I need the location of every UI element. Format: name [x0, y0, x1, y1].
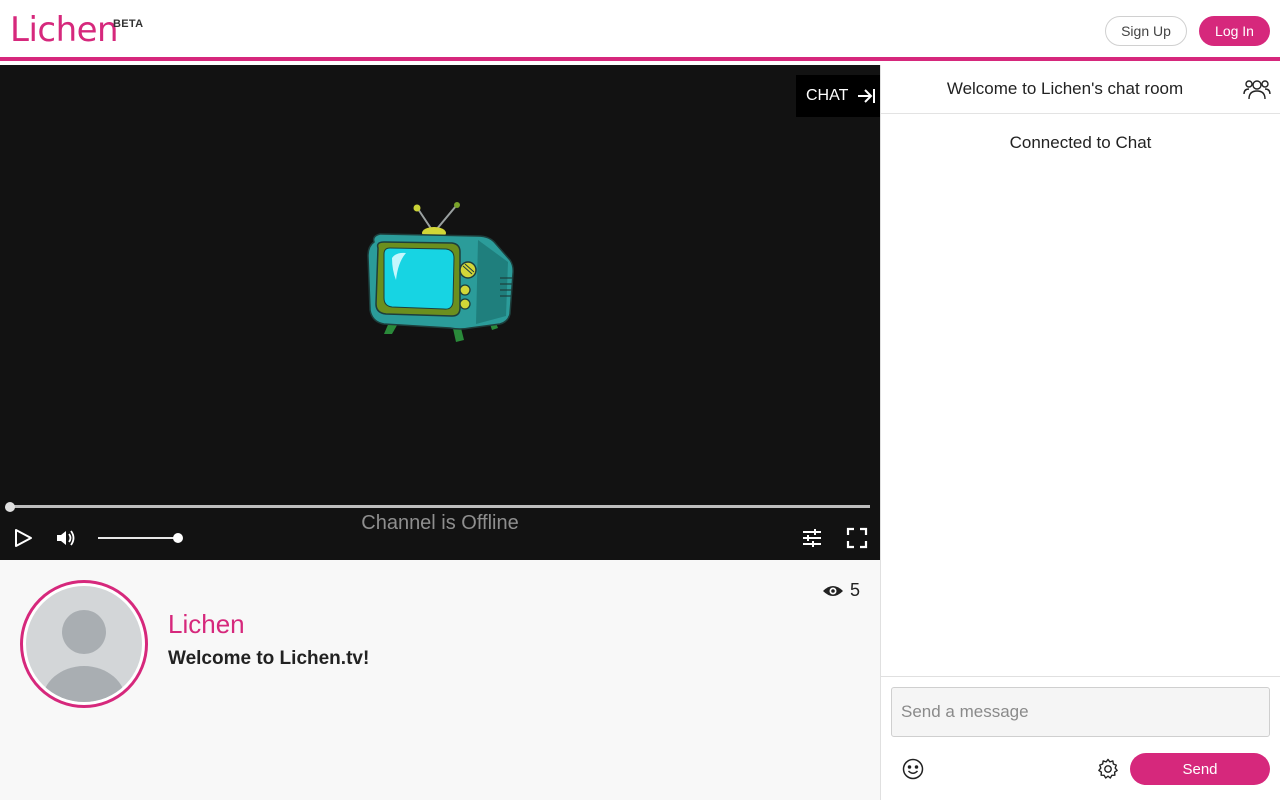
chat-footer: Send	[881, 676, 1280, 800]
play-button[interactable]	[13, 528, 33, 548]
emoji-icon	[902, 758, 924, 780]
volume-knob[interactable]	[173, 533, 183, 543]
chat-message-input[interactable]	[891, 687, 1270, 737]
eye-icon	[823, 585, 843, 596]
chat-panel: Welcome to Lichen's chat room Connected …	[880, 65, 1280, 800]
fullscreen-button[interactable]	[846, 527, 868, 549]
emoji-button[interactable]	[902, 758, 924, 785]
channel-description: Welcome to Lichen.tv!	[168, 648, 370, 669]
sign-up-button[interactable]: Sign Up	[1105, 16, 1187, 46]
channel-name[interactable]: Lichen	[168, 608, 245, 640]
chat-toggle-button[interactable]: CHAT	[796, 75, 880, 117]
tv-illustration	[367, 202, 514, 342]
volume-slider[interactable]	[98, 533, 183, 543]
logo[interactable]: Lichen	[10, 10, 119, 50]
offline-message: Channel is Offline	[361, 512, 519, 534]
fullscreen-icon	[846, 527, 868, 549]
viewer-count-value: 5	[850, 580, 861, 600]
users-icon	[1243, 80, 1271, 100]
chat-connection-status: Connected to Chat	[1009, 133, 1152, 152]
chat-header: Welcome to Lichen's chat room	[881, 65, 1280, 114]
viewer-count: 5	[822, 580, 860, 601]
gear-icon	[1098, 758, 1118, 779]
user-silhouette-icon	[42, 610, 126, 702]
send-button[interactable]: Send	[1130, 753, 1270, 785]
chat-toggle-label: CHAT	[806, 87, 849, 104]
channel-avatar[interactable]	[20, 580, 148, 708]
beta-badge: BETA	[113, 18, 144, 30]
mute-button[interactable]	[55, 528, 77, 548]
avatar-placeholder	[26, 586, 142, 702]
top-header: Lichen BETA Sign Up Log In	[0, 0, 1280, 61]
settings-sliders-icon	[803, 529, 821, 547]
player-settings-button[interactable]	[801, 527, 823, 549]
chat-settings-button[interactable]	[1097, 758, 1119, 785]
volume-icon	[57, 530, 75, 546]
seek-bar[interactable]	[5, 502, 870, 512]
chat-collapse-icon	[858, 89, 876, 103]
video-player[interactable]: CHAT Channel is Offline	[0, 65, 880, 560]
chat-title: Welcome to Lichen's chat room	[946, 79, 1184, 98]
log-in-button[interactable]: Log In	[1199, 16, 1270, 46]
play-icon	[15, 529, 32, 547]
channel-info-panel: Lichen Welcome to Lichen.tv! 5	[0, 560, 880, 800]
chat-users-button[interactable]	[1243, 78, 1271, 107]
